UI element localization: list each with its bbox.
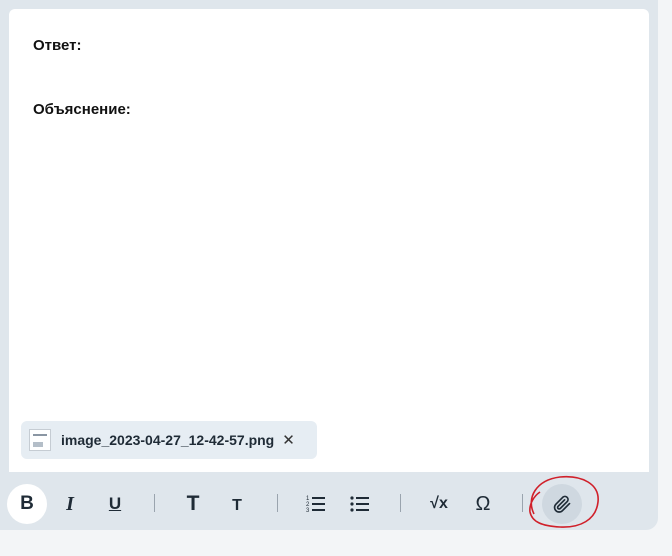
heading-large-button[interactable]: T: [173, 484, 213, 524]
attachments-area: image_2023-04-27_12-42-57.png ✕: [9, 409, 649, 472]
toolbar-separator: [154, 494, 155, 512]
text-editor[interactable]: Ответ: Объяснение:: [9, 9, 649, 409]
image-thumbnail-icon: [29, 429, 51, 451]
paperclip-icon: [553, 495, 571, 513]
toolbar-separator: [400, 494, 401, 512]
bulleted-list-icon: [350, 496, 369, 512]
omega-button[interactable]: Ω: [463, 484, 503, 524]
heading-small-button[interactable]: T: [217, 484, 257, 524]
explanation-label: Объяснение:: [33, 101, 131, 118]
attach-file-button[interactable]: [542, 484, 582, 524]
toolbar-separator: [277, 494, 278, 512]
sqrt-button[interactable]: √x: [419, 484, 459, 524]
bold-button[interactable]: B: [7, 484, 47, 524]
numbered-list-button[interactable]: 1 2 3: [296, 484, 336, 524]
underline-button[interactable]: U: [95, 484, 135, 524]
remove-attachment-icon[interactable]: ✕: [282, 431, 295, 449]
bulleted-list-button[interactable]: [340, 484, 380, 524]
svg-text:3: 3: [306, 508, 310, 513]
italic-button[interactable]: I: [50, 484, 90, 524]
numbered-list-icon: 1 2 3: [306, 496, 325, 513]
attachment-chip[interactable]: image_2023-04-27_12-42-57.png ✕: [21, 421, 317, 459]
answer-label: Ответ:: [33, 37, 82, 54]
attachment-file-name: image_2023-04-27_12-42-57.png: [61, 432, 275, 448]
toolbar-separator: [522, 494, 523, 512]
formatting-toolbar: B I U T T 1 2 3 √x Ω: [0, 478, 658, 528]
